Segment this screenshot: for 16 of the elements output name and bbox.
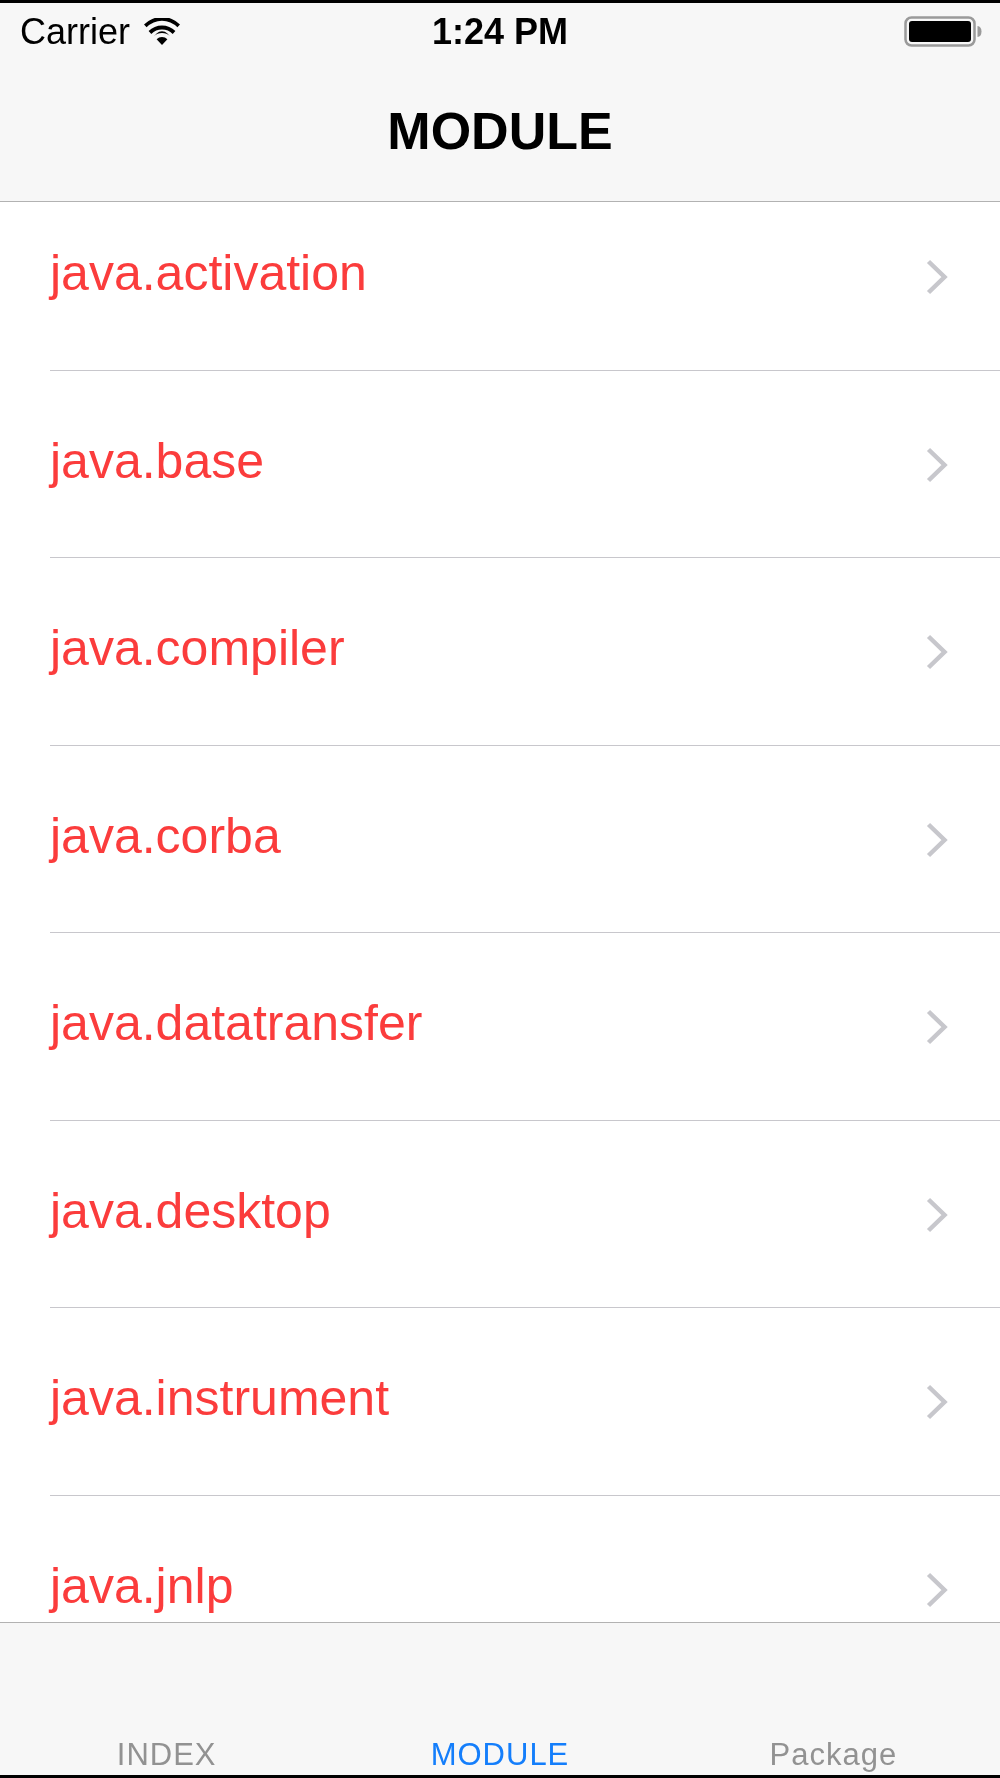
tab[interactable]: Package	[769, 1737, 898, 1773]
chevron-right-icon	[926, 1196, 948, 1233]
chevron-right-icon	[926, 446, 948, 483]
tab[interactable]: INDEX	[116, 1737, 217, 1773]
nav-title: MODULE	[387, 104, 613, 157]
chevron-right-icon	[926, 1571, 948, 1608]
wifi-icon	[144, 18, 180, 45]
tab[interactable]: MODULE	[430, 1737, 570, 1773]
chevron-right-icon	[926, 634, 948, 671]
chevron-right-icon	[926, 1009, 948, 1046]
battery-icon	[904, 16, 982, 47]
status-time: 1:24 PM	[431, 13, 569, 50]
chevron-right-icon	[926, 1384, 948, 1421]
carrier-name: Carrier	[20, 13, 130, 50]
chevron-right-icon	[926, 259, 948, 296]
chevron-right-icon	[926, 821, 948, 858]
